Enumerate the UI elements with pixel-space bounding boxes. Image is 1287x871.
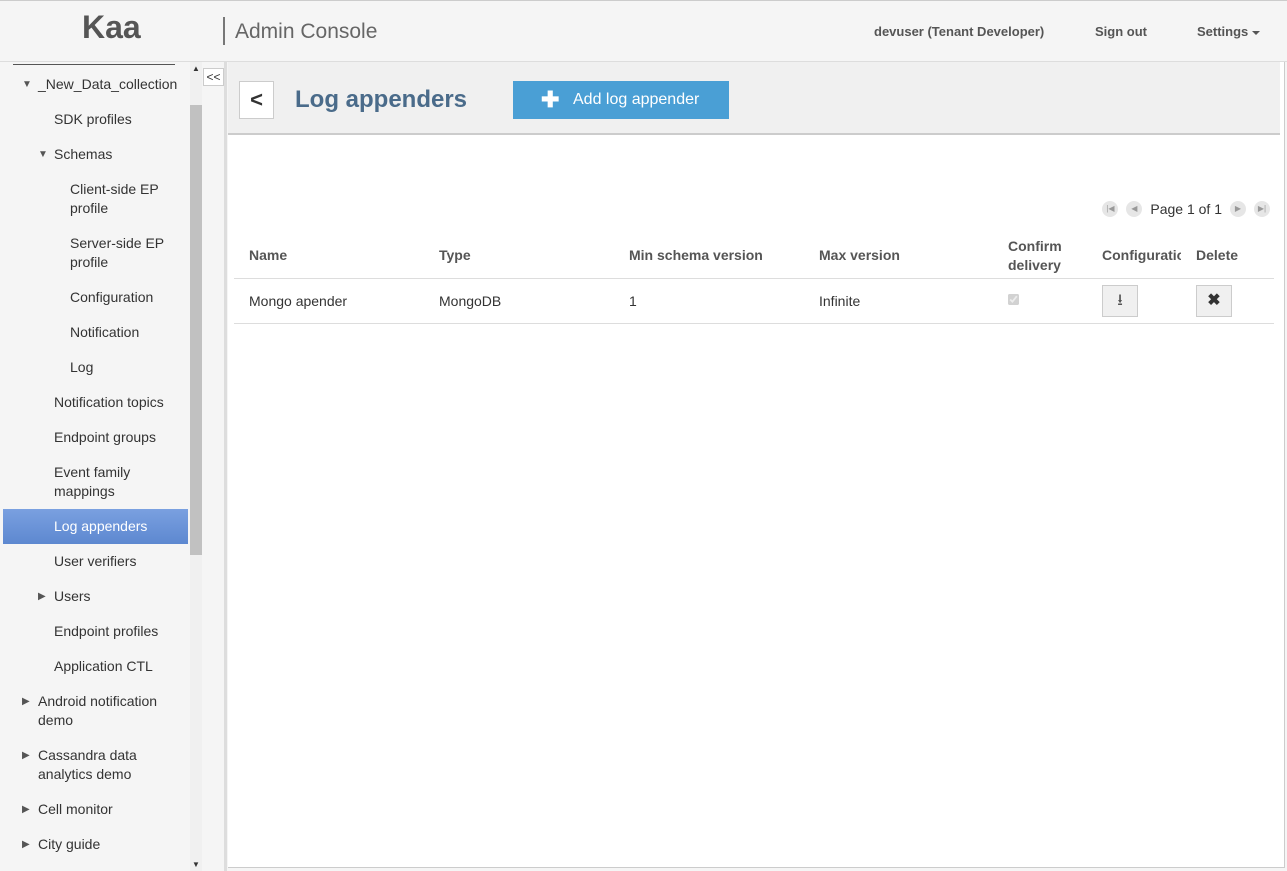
sidebar-item-label: Users: [54, 588, 91, 604]
cell-min-version: 1: [614, 278, 804, 324]
settings-label: Settings: [1197, 24, 1249, 39]
confirm-delivery-checkbox: [1007, 293, 1020, 305]
next-page-icon[interactable]: ▶: [1230, 201, 1246, 217]
sidebar-item[interactable]: SDK profiles: [3, 102, 188, 137]
sidebar-item[interactable]: ▶ Cassandra data analytics demo: [3, 738, 188, 792]
header: Kaa Admin Console devuser (Tenant Develo…: [0, 0, 1287, 62]
sidebar-item-label: Android notification demo: [38, 693, 158, 728]
sidebar-item[interactable]: Server-side EP profile: [3, 226, 188, 280]
page-indicator: Page 1 of 1: [1150, 201, 1222, 217]
scroll-up-icon[interactable]: ▲: [192, 64, 200, 73]
caret-down-icon: [1252, 30, 1261, 35]
close-icon: ✖: [1207, 291, 1221, 309]
sidebar-item-label: Configuration: [70, 289, 154, 305]
back-button[interactable]: <: [239, 81, 274, 119]
sidebar-item[interactable]: User verifiers: [3, 544, 188, 579]
cell-name: Mongo apender: [234, 278, 424, 324]
sidebar-item[interactable]: Configuration: [3, 280, 188, 315]
scrollbar-thumb[interactable]: [190, 105, 202, 555]
sidebar-item[interactable]: Notification: [3, 315, 188, 350]
sidebar-item[interactable]: ▶ Users: [3, 579, 188, 614]
app-title: Admin Console: [235, 20, 378, 43]
collapsed-arrow-icon[interactable]: ▶: [22, 835, 30, 854]
title-bar: < Log appenders ✚ Add log appender: [228, 62, 1280, 135]
sidebar-item-label: Log: [70, 359, 94, 375]
divider: [223, 17, 225, 45]
main-content: < Log appenders ✚ Add log appender |◀ ◀ P…: [228, 62, 1285, 868]
column-header[interactable]: Min schema version: [614, 234, 804, 279]
sidebar-item[interactable]: Event family mappings: [3, 455, 188, 509]
sidebar-item-label: Cell monitor: [38, 801, 113, 817]
table-row[interactable]: Mongo apender MongoDB 1 Infinite ⭳ ✖: [234, 278, 1274, 324]
settings-menu[interactable]: Settings: [1197, 24, 1261, 39]
sidebar-item-label: Notification topics: [54, 394, 164, 410]
sidebar-item-label: _New_Data_collection: [38, 76, 178, 92]
column-header[interactable]: Configuratio: [1087, 234, 1181, 279]
expanded-arrow-icon[interactable]: ▼: [22, 75, 32, 94]
sidebar-item[interactable]: ▼ _New_Data_collection: [3, 67, 188, 102]
sidebar-item-label: SDK profiles: [54, 111, 132, 127]
download-configuration-button[interactable]: ⭳: [1102, 284, 1138, 317]
cell-type: MongoDB: [424, 278, 614, 324]
expanded-arrow-icon[interactable]: ▼: [38, 145, 48, 164]
column-header[interactable]: Max version: [804, 234, 993, 279]
sidebar: ▼ _New_Data_collection SDK profiles ▼ Schema…: [0, 62, 190, 871]
page-title: Log appenders: [295, 86, 468, 113]
collapsed-arrow-icon[interactable]: ▶: [22, 800, 30, 819]
sidebar-item[interactable]: Endpoint groups: [3, 420, 188, 455]
sidebar-item-label: Notification: [70, 324, 140, 340]
last-page-icon[interactable]: ▶|: [1254, 201, 1270, 217]
sidebar-item-label: Log appenders: [54, 518, 148, 534]
sidebar-item[interactable]: Client-side EP profile: [3, 172, 188, 226]
cell-max-version: Infinite: [804, 278, 993, 324]
sidebar-item-label: City guide: [38, 836, 101, 852]
user-menu[interactable]: devuser (Tenant Developer): [874, 24, 1044, 39]
sidebar-item-label: Cassandra data analytics demo: [38, 747, 137, 782]
collapse-sidebar-button[interactable]: <<: [203, 68, 224, 86]
delete-button[interactable]: ✖: [1196, 284, 1232, 317]
sidebar-item[interactable]: ▶ Cell monitor: [3, 792, 188, 827]
sidebar-item[interactable]: ▶ City guide: [3, 827, 188, 862]
sidebar-item[interactable]: Application CTL: [3, 649, 188, 684]
sidebar-item-label: Application CTL: [54, 658, 153, 674]
sidebar-item[interactable]: Notification topics: [3, 385, 188, 420]
sidebar-item-label: Endpoint groups: [54, 429, 156, 445]
sidebar-item-label: Schemas: [54, 146, 113, 162]
sidebar-item-label: Endpoint profiles: [54, 623, 159, 639]
sidebar-scrollbar[interactable]: ▲ ▼: [190, 62, 202, 871]
sidebar-nav: ▼ _New_Data_collection SDK profiles ▼ Schema…: [3, 67, 188, 862]
first-page-icon[interactable]: |◀: [1102, 201, 1119, 217]
sign-out-link[interactable]: Sign out: [1095, 24, 1147, 39]
sidebar-item-label: Server-side EP profile: [70, 235, 164, 270]
plus-icon: ✚: [541, 87, 560, 112]
logo[interactable]: Kaa: [82, 9, 141, 46]
column-header[interactable]: Confirm delivery: [993, 234, 1087, 279]
divider: [224, 62, 227, 871]
collapsed-arrow-icon[interactable]: ▶: [38, 587, 46, 606]
pager: |◀ ◀ Page 1 of 1 ▶ ▶|: [1102, 201, 1270, 217]
sidebar-item-label: Event family mappings: [54, 464, 131, 499]
sidebar-item[interactable]: Endpoint profiles: [3, 614, 188, 649]
collapsed-arrow-icon[interactable]: ▶: [22, 692, 30, 711]
sidebar-item[interactable]: Log: [3, 350, 188, 385]
divider: [13, 64, 175, 65]
download-icon: ⭳: [1117, 291, 1123, 309]
add-log-appender-button[interactable]: ✚ Add log appender: [513, 81, 729, 119]
sidebar-item-label: Client-side EP profile: [70, 181, 159, 216]
scroll-down-icon[interactable]: ▼: [192, 860, 200, 869]
sidebar-item[interactable]: ▼ Schemas: [3, 137, 188, 172]
add-button-label: Add log appender: [573, 91, 700, 108]
prev-page-icon[interactable]: ◀: [1126, 201, 1143, 217]
column-header[interactable]: Type: [424, 234, 614, 279]
column-header[interactable]: Name: [234, 234, 424, 279]
sidebar-item[interactable]: Log appenders: [3, 509, 188, 544]
log-appenders-table: Name Type Min schema version Max version…: [234, 234, 1274, 324]
column-header[interactable]: Delete: [1181, 234, 1274, 279]
collapsed-arrow-icon[interactable]: ▶: [22, 746, 30, 765]
sidebar-item[interactable]: ▶ Android notification demo: [3, 684, 188, 738]
sidebar-item-label: User verifiers: [54, 553, 137, 569]
